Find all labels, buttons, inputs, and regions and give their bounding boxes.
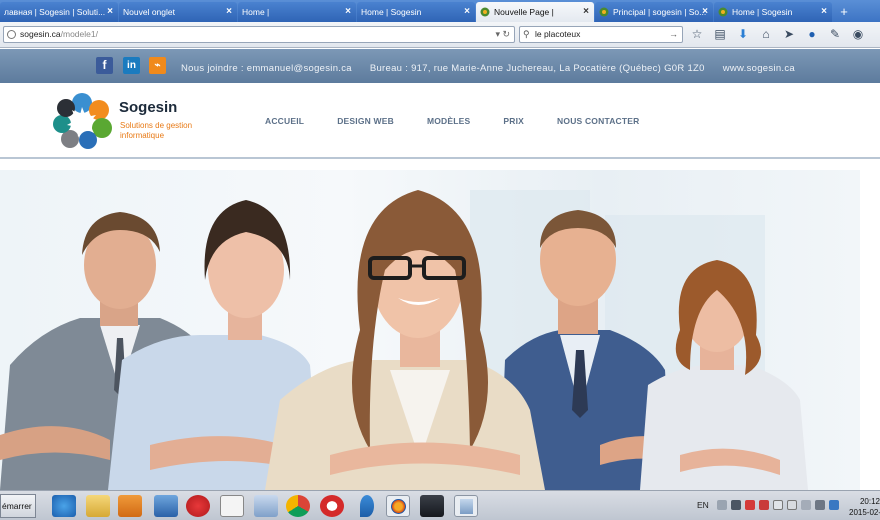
tab-label: Home | — [242, 7, 270, 17]
firefox-icon[interactable] — [386, 495, 410, 517]
search-icon: ⚲ — [523, 29, 530, 39]
url-host: sogesin.ca — [20, 29, 61, 39]
windows-taskbar: émarrer EN 20:12 2015-02-2 — [0, 490, 880, 520]
opera-icon[interactable] — [320, 495, 344, 517]
logo-icon[interactable] — [52, 93, 112, 149]
tab-sogesin-ru[interactable]: лавная | Sogesin | Soluti... × — [0, 2, 118, 22]
linkedin-icon[interactable]: in — [123, 57, 140, 74]
brand-name[interactable]: Sogesin — [119, 99, 177, 116]
tab-home-sogesin[interactable]: Home | Sogesin × — [357, 2, 475, 22]
menu-item-contact[interactable]: NOUS CONTACTER — [557, 116, 639, 126]
contact-website[interactable]: www.sogesin.ca — [723, 63, 795, 74]
site-top-strip: f in ⌁ Nous joindre : emmanuel@sogesin.c… — [0, 49, 880, 83]
tab-new[interactable]: Nouvel onglet × — [119, 2, 237, 22]
rss-icon[interactable]: ⌁ — [149, 57, 166, 74]
browser-nav-bar: sogesin.ca/modele1/ ▾ ↻ ⚲ le placoteux →… — [0, 22, 880, 48]
home-icon[interactable]: ⌂ — [759, 27, 773, 41]
tab-label: лавная | Sogesin | Soluti... — [4, 7, 106, 17]
menu-item-design-web[interactable]: DESIGN WEB — [337, 116, 394, 126]
folder-icon[interactable] — [86, 495, 110, 517]
internet-explorer-icon[interactable] — [52, 495, 76, 517]
search-input[interactable]: ⚲ le placoteux → — [519, 26, 683, 43]
screen: лавная | Sogesin | Soluti... × Nouvel on… — [0, 0, 880, 520]
url-path: /modele1/ — [60, 29, 98, 39]
tab-nouvelle-page[interactable]: Nouvelle Page | × — [476, 2, 594, 22]
tab-home-sogesin-2[interactable]: Home | Sogesin × — [714, 2, 832, 22]
send-icon[interactable]: ➤ — [782, 27, 796, 41]
chrome-icon[interactable] — [286, 495, 310, 517]
reload-icon[interactable]: ▾ ↻ — [495, 27, 510, 42]
brand-tagline: Solutions de gestion informatique — [120, 121, 193, 140]
alert-icon[interactable] — [759, 500, 769, 510]
browser-tab-bar: лавная | Sogesin | Soluti... × Nouvel on… — [0, 0, 880, 22]
antivirus-icon[interactable] — [745, 500, 755, 510]
site-header: Sogesin Solutions de gestion informatiqu… — [0, 83, 880, 159]
go-arrow-icon[interactable]: → — [669, 27, 678, 42]
maps-pin-icon[interactable] — [360, 495, 374, 517]
checkmark-app-icon[interactable] — [186, 495, 210, 517]
download-icon[interactable]: ⬇ — [736, 27, 750, 41]
extension-icon[interactable]: ✎ — [828, 27, 842, 41]
system-tray — [717, 500, 839, 510]
clock-time: 20:12 — [859, 497, 880, 506]
address-bar[interactable]: sogesin.ca/modele1/ ▾ ↻ — [3, 26, 515, 43]
start-button[interactable]: émarrer — [0, 494, 36, 518]
main-menu: ACCUEIL DESIGN WEB MODÈLES PRIX NOUS CON… — [265, 116, 673, 126]
cloud-icon[interactable] — [829, 500, 839, 510]
close-icon[interactable]: × — [702, 6, 708, 17]
menu-item-accueil[interactable]: ACCUEIL — [265, 116, 304, 126]
xml-app-icon[interactable] — [254, 495, 278, 517]
close-icon[interactable]: × — [583, 6, 589, 17]
media-player-icon[interactable] — [118, 495, 142, 517]
chat-icon[interactable]: ◉ — [851, 27, 865, 41]
close-icon[interactable]: × — [821, 6, 827, 17]
menu-item-modeles[interactable]: MODÈLES — [427, 116, 470, 126]
hero-photo — [0, 190, 808, 490]
network-icon[interactable] — [154, 495, 178, 517]
clipboard-icon[interactable]: ▤ — [713, 27, 727, 41]
menu-item-prix[interactable]: PRIX — [503, 116, 524, 126]
clock-date: 2015-02-2 — [849, 508, 880, 517]
close-icon[interactable]: × — [464, 6, 470, 17]
terminal-icon[interactable] — [420, 495, 444, 517]
clock[interactable]: 20:12 2015-02-2 — [849, 496, 880, 518]
tab-home[interactable]: Home | × — [238, 2, 356, 22]
new-tab-button[interactable]: + — [833, 2, 855, 22]
close-icon[interactable]: × — [107, 6, 113, 17]
tab-principal[interactable]: Principal | sogesin | So... × — [595, 2, 713, 22]
flag-icon[interactable] — [773, 500, 783, 510]
power-icon[interactable] — [801, 500, 811, 510]
device-icon[interactable] — [787, 500, 797, 510]
chevron-up-icon[interactable] — [731, 500, 741, 510]
language-indicator[interactable]: EN — [697, 500, 709, 510]
tab-label: Home | Sogesin — [361, 7, 422, 17]
tab-label: Home | Sogesin — [732, 7, 793, 17]
calculator-icon[interactable] — [454, 495, 478, 517]
star-icon[interactable]: ☆ — [690, 27, 704, 41]
close-icon[interactable]: × — [345, 6, 351, 17]
facebook-icon[interactable]: f — [96, 57, 113, 74]
document-icon[interactable] — [220, 495, 244, 517]
favicon-icon — [718, 7, 728, 17]
globe-icon — [7, 30, 16, 39]
tab-label: Principal | sogesin | So... — [613, 7, 707, 17]
search-value: le placoteux — [535, 29, 581, 39]
contact-email[interactable]: Nous joindre : emmanuel@sogesin.ca — [181, 63, 352, 74]
favicon-icon — [599, 7, 609, 17]
close-icon[interactable]: × — [226, 6, 232, 17]
keyboard-icon[interactable] — [717, 500, 727, 510]
signal-icon[interactable] — [815, 500, 825, 510]
favicon-icon — [480, 7, 490, 17]
globe-icon[interactable]: ● — [805, 27, 819, 41]
tab-label: Nouvelle Page | — [494, 7, 554, 17]
tab-label: Nouvel onglet — [123, 7, 175, 17]
contact-info: Nous joindre : emmanuel@sogesin.ca Burea… — [181, 63, 810, 74]
contact-address: Bureau : 917, rue Marie-Anne Juchereau, … — [369, 63, 705, 74]
toolbar-icons: ☆ ▤ ⬇ ⌂ ➤ ● ✎ ◉ — [690, 27, 865, 43]
hero-banner — [0, 160, 880, 490]
